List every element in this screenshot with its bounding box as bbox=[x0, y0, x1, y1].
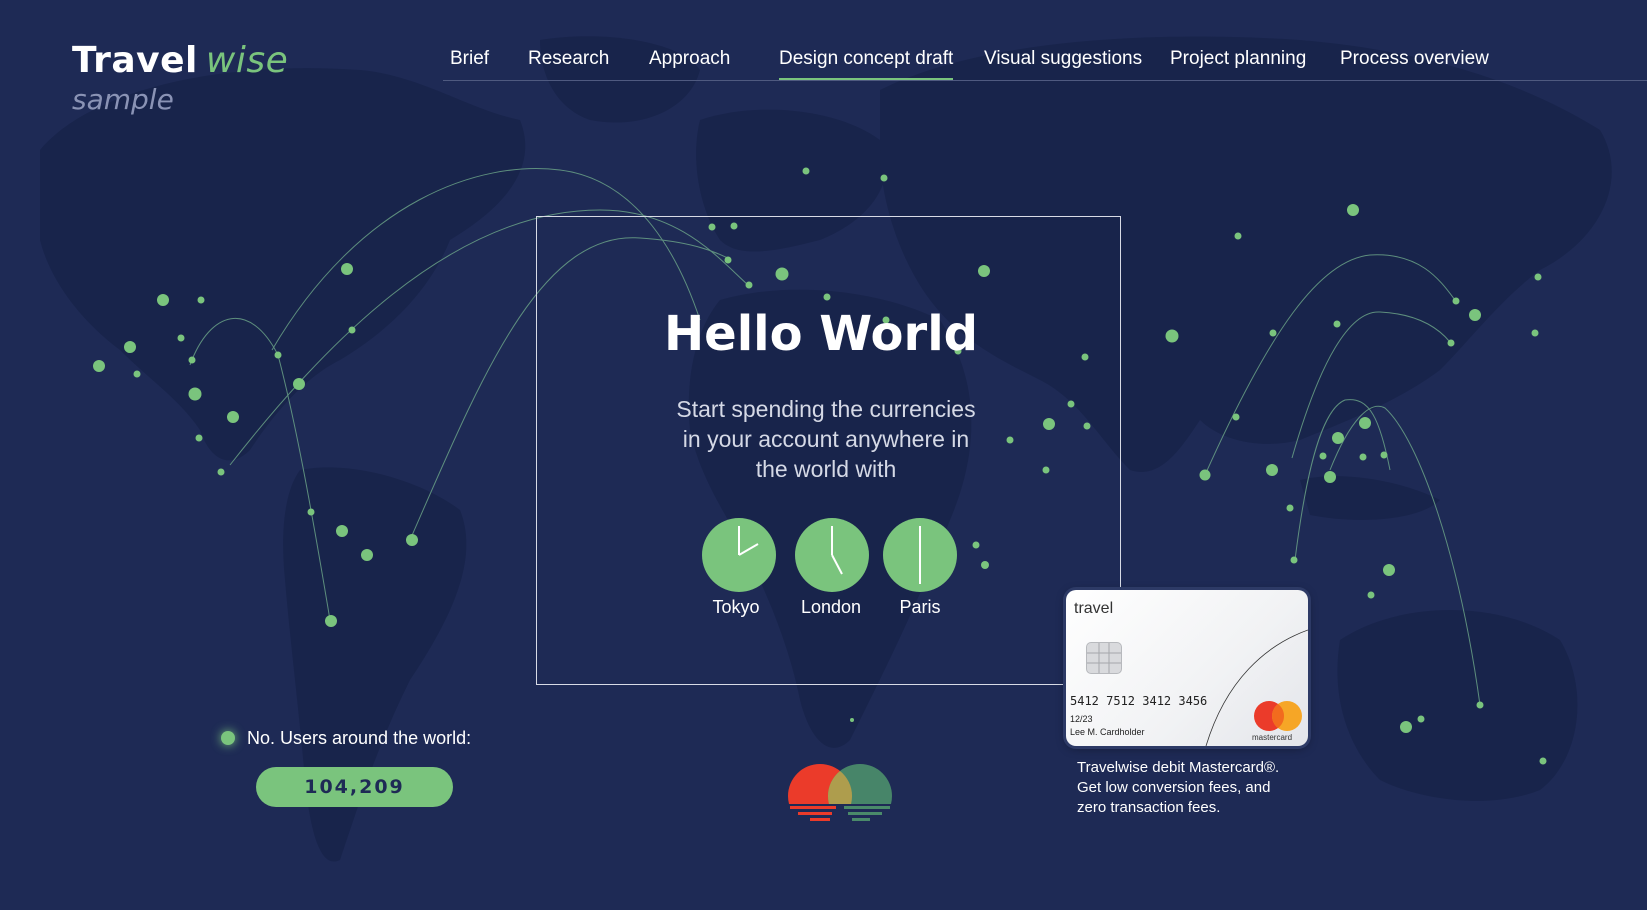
logo-main-text: Travel bbox=[72, 40, 198, 81]
hero-subtitle: Start spending the currencies in your ac… bbox=[676, 394, 976, 484]
main-nav: Brief Research Approach Design concept d… bbox=[443, 44, 1647, 81]
hero-subtitle-line: in your account anywhere in bbox=[682, 426, 970, 452]
logo-accent-text: wise bbox=[205, 40, 289, 81]
debit-card[interactable]: travel 5412 7512 3412 3456 12/23 Lee M. … bbox=[1066, 590, 1308, 746]
nav-item-research[interactable]: Research bbox=[528, 48, 609, 70]
logo-subtitle: sample bbox=[72, 83, 174, 116]
card-caption-line: Get low conversion fees, and bbox=[1077, 779, 1271, 796]
clock-hands-london bbox=[831, 526, 843, 575]
card-holder: Lee M. Cardholder bbox=[1070, 727, 1145, 737]
card-caption-line: Travelwise debit Mastercard®. bbox=[1077, 759, 1280, 776]
users-count-badge: 104,209 bbox=[256, 767, 453, 807]
users-dot-icon bbox=[221, 731, 235, 745]
clock-icon bbox=[883, 518, 957, 592]
card-brand: travel bbox=[1074, 600, 1114, 617]
users-label: No. Users around the world: bbox=[247, 728, 472, 748]
clock-icon bbox=[795, 518, 869, 592]
nav-item-design-concept-draft[interactable]: Design concept draft bbox=[779, 48, 954, 80]
clock-hands-tokyo bbox=[738, 526, 759, 556]
mastercard-icon bbox=[1254, 701, 1302, 731]
hero-subtitle-line: the world with bbox=[755, 456, 897, 482]
nav-item-project-planning[interactable]: Project planning bbox=[1170, 48, 1306, 70]
nav-item-process-overview[interactable]: Process overview bbox=[1340, 48, 1489, 70]
nav-item-brief[interactable]: Brief bbox=[450, 48, 489, 70]
hero-title: Hello World bbox=[663, 306, 978, 362]
chip-icon bbox=[1086, 642, 1122, 674]
card-expiry: 12/23 bbox=[1070, 714, 1093, 724]
clock-icon bbox=[702, 518, 776, 592]
card-network: mastercard bbox=[1252, 733, 1293, 742]
clock-hands-paris bbox=[919, 526, 921, 584]
nav-item-visual-suggestions[interactable]: Visual suggestions bbox=[984, 48, 1142, 70]
mastercard-icon bbox=[788, 764, 892, 821]
card-caption: Travelwise debit Mastercard®. Get low co… bbox=[1077, 758, 1297, 818]
logo-wordmark: Travel wise bbox=[72, 40, 288, 81]
clock-label-london: London bbox=[800, 597, 862, 617]
card-number: 5412 7512 3412 3456 bbox=[1070, 694, 1208, 708]
logo[interactable]: Travel wise sample bbox=[72, 40, 288, 116]
clock-label-tokyo: Tokyo bbox=[712, 597, 760, 617]
hero-subtitle-line: Start spending the currencies bbox=[676, 396, 976, 422]
nav-item-approach[interactable]: Approach bbox=[649, 48, 730, 70]
clock-label-paris: Paris bbox=[899, 597, 941, 617]
card-caption-line: zero transaction fees. bbox=[1077, 799, 1221, 816]
